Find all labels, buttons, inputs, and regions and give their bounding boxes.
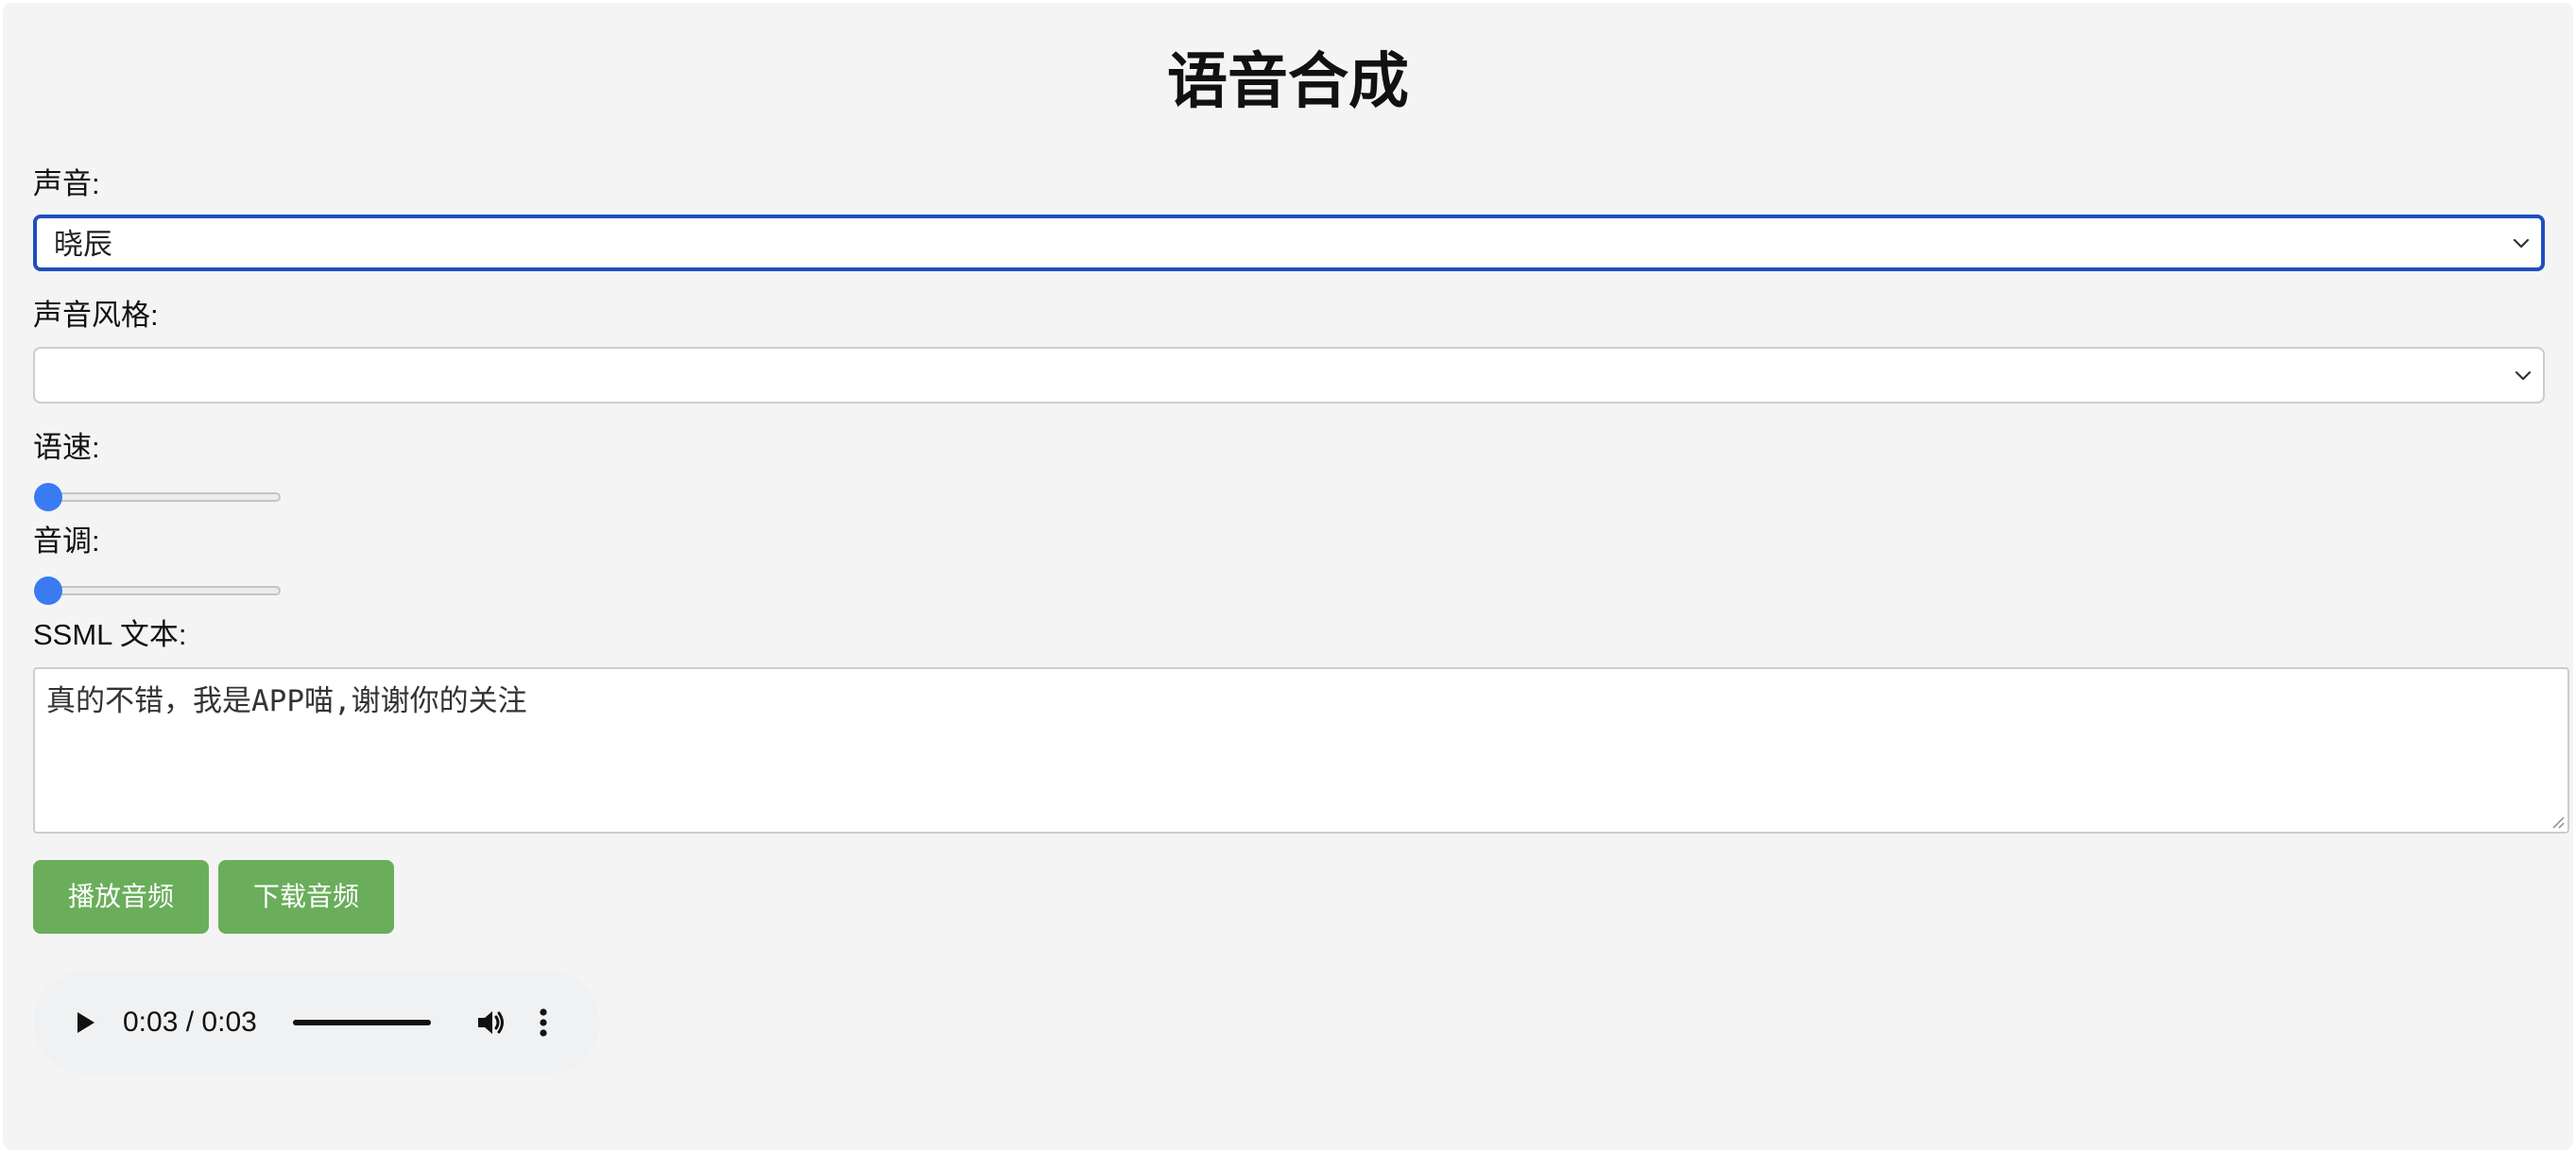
play-icon[interactable] — [71, 1008, 99, 1037]
ssml-textarea-value: 真的不错，我是APP喵,谢谢你的关注 — [46, 684, 527, 718]
voice-style-label: 声音风格: — [33, 299, 159, 332]
voice-style-select[interactable] — [33, 347, 2545, 404]
page-container: 语音合成 声音: 晓辰 声音风格: 语速: 音调: SSML 文本: 真的不错，… — [3, 3, 2573, 1150]
resize-grip-icon[interactable] — [2549, 813, 2566, 830]
slider-thumb[interactable] — [34, 576, 62, 605]
pitch-label: 音调: — [33, 525, 100, 558]
audio-progress-fill — [293, 1020, 431, 1025]
speech-rate-label: 语速: — [33, 431, 100, 464]
chevron-down-icon — [2515, 370, 2532, 381]
audio-time: 0:03 / 0:03 — [123, 972, 257, 1074]
audio-time-separator: / — [185, 1007, 195, 1038]
page-title: 语音合成 — [1167, 47, 1409, 115]
chevron-down-icon — [2513, 238, 2530, 249]
ssml-text-label: SSML 文本: — [33, 618, 187, 651]
audio-progress-bar[interactable] — [293, 1020, 431, 1025]
slider-track — [35, 586, 281, 595]
more-options-icon[interactable] — [538, 1006, 549, 1040]
speech-rate-slider[interactable] — [34, 480, 283, 514]
voice-select-value: 晓辰 — [54, 228, 112, 261]
pitch-slider[interactable] — [34, 574, 283, 608]
audio-current-time: 0:03 — [123, 1007, 179, 1038]
download-audio-button[interactable]: 下载音频 — [218, 860, 394, 934]
slider-track — [35, 492, 281, 502]
audio-player: 0:03 / 0:03 — [33, 972, 600, 1074]
voice-select[interactable]: 晓辰 — [33, 215, 2545, 271]
voice-label: 声音: — [33, 167, 100, 200]
slider-thumb[interactable] — [34, 483, 62, 511]
volume-icon[interactable] — [473, 1006, 507, 1040]
audio-duration: 0:03 — [201, 1007, 257, 1038]
play-audio-button[interactable]: 播放音频 — [33, 860, 209, 934]
ssml-textarea[interactable]: 真的不错，我是APP喵,谢谢你的关注 — [33, 667, 2569, 834]
